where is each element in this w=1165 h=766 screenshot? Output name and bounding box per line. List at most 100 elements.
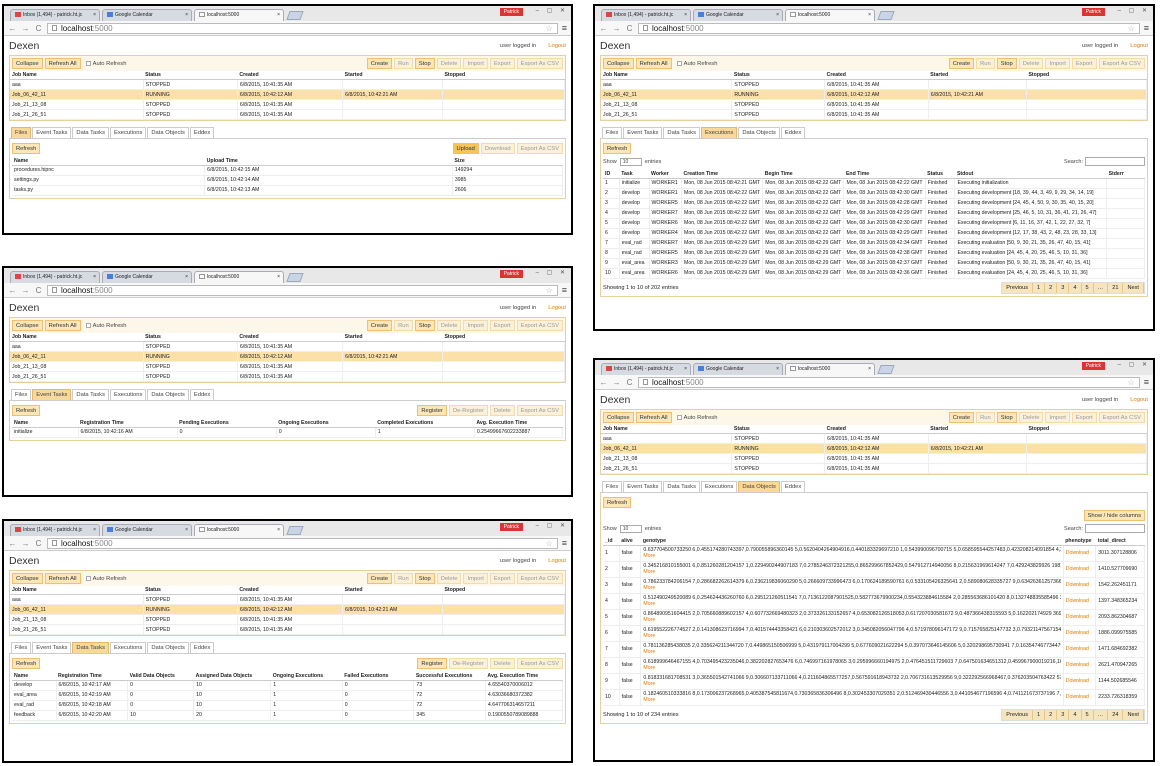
col-status[interactable]: Status (143, 71, 238, 81)
execution-row[interactable]: 4 develop WORKER7 Mon, 08 Jun 2015 08:42:22… (603, 208, 1145, 219)
import-button[interactable]: Import (463, 320, 488, 331)
close-tab-icon[interactable]: × (277, 12, 280, 18)
window-controls[interactable]: ‒ ▢ ✕ (536, 269, 568, 276)
browser-tab-calendar[interactable]: Google Calendar × (102, 271, 192, 283)
close-tab-icon[interactable]: × (684, 366, 687, 372)
col-stopped[interactable]: Stopped (442, 71, 565, 81)
job-row[interactable]: aaa STOPPED 6/8/2015, 10:41:35 AM (10, 341, 566, 353)
tab-executions[interactable]: Executions (700, 127, 738, 139)
import-button[interactable]: Import (1045, 58, 1070, 69)
page-button[interactable]: 3 (1057, 282, 1070, 293)
close-tab-icon[interactable]: × (93, 274, 96, 280)
file-row[interactable]: settings.py 6/8/2015, 10:42:14 AM 3985 (12, 175, 564, 186)
col-status[interactable]: Status (731, 425, 825, 435)
job-row[interactable]: Job_21_13_08 STOPPED 6/8/2015, 10:41:35 AM (601, 99, 1148, 111)
window-controls[interactable]: ‒ ▢ ✕ (1118, 361, 1150, 368)
close-tab-icon[interactable]: × (684, 12, 687, 18)
refresh-button[interactable]: Refresh (12, 658, 41, 670)
job-row[interactable]: aaa STOPPED 6/8/2015, 10:41:35 AM (601, 433, 1148, 445)
close-tab-icon[interactable]: × (776, 366, 779, 372)
page-button[interactable]: … (1094, 282, 1109, 293)
more-link[interactable]: More (643, 697, 1060, 703)
back-icon[interactable]: ← (8, 24, 17, 33)
tab-data-tasks[interactable]: Data Tasks (663, 481, 700, 493)
page-button[interactable]: Next (1123, 709, 1144, 720)
download-link[interactable]: Download (1063, 657, 1097, 674)
close-tab-icon[interactable]: × (776, 12, 779, 18)
chrome-menu-icon[interactable]: ≡ (562, 285, 567, 295)
job-row[interactable]: Job_21_13_08 STOPPED 6/8/2015, 10:41:35 AM (10, 99, 566, 111)
auto-refresh-checkbox[interactable]: Auto Refresh (85, 323, 126, 329)
auto-refresh-checkbox[interactable]: Auto Refresh (676, 415, 717, 421)
refresh-button[interactable]: Refresh (12, 143, 41, 155)
column-header[interactable]: Name (12, 418, 79, 428)
bookmark-star-icon[interactable]: ☆ (1128, 24, 1135, 33)
upload-button[interactable]: Upload (452, 143, 479, 155)
import-button[interactable]: Import (463, 58, 488, 69)
tab-executions[interactable]: Executions (109, 389, 147, 401)
execution-row[interactable]: 3 develop WORKER5 Mon, 08 Jun 2015 08:42:22… (603, 198, 1145, 209)
export-button[interactable]: Export (489, 320, 515, 331)
more-link[interactable]: More (643, 585, 1060, 591)
column-header[interactable]: Registration Time (78, 418, 178, 428)
create-button[interactable]: Create (948, 412, 975, 423)
export-csv-button[interactable]: Export As CSV (1098, 412, 1145, 423)
download-link[interactable]: Download (1063, 641, 1097, 658)
forward-icon[interactable]: → (21, 286, 30, 295)
new-tab-button[interactable] (286, 526, 304, 535)
close-tab-icon[interactable]: × (93, 527, 96, 533)
more-link[interactable]: More (643, 681, 1060, 687)
download-link[interactable]: Download (1063, 593, 1097, 610)
browser-tab-gmail[interactable]: Inbox (1,494) - patrick.ht.jc × (601, 9, 691, 21)
job-row[interactable]: Job_06_42_11 RUNNING 6/8/2015, 10:42:12 AM… (10, 89, 566, 101)
export-button[interactable]: Export (1071, 412, 1097, 423)
browser-tab-calendar[interactable]: Google Calendar × (693, 363, 783, 375)
close-tab-icon[interactable]: × (185, 12, 188, 18)
job-row[interactable]: Job_21_26_51 STOPPED 6/8/2015, 10:41:35 AM (10, 371, 566, 383)
data-task-row[interactable]: feedback 6/8/2015, 10:42:20 AM 10 20 1 0 345 0.… (12, 710, 564, 721)
page-button[interactable]: Previous (1002, 709, 1034, 720)
column-header[interactable]: Stderr (1106, 169, 1145, 179)
page-button[interactable]: 4 (1069, 282, 1082, 293)
file-row[interactable]: procedures.hipnc 6/8/2015, 10:42:15 AM 149… (12, 165, 564, 176)
refresh-button[interactable]: Refresh (603, 497, 632, 509)
page-button[interactable]: 2 (1045, 282, 1058, 293)
column-header[interactable]: Creation Time (681, 169, 763, 179)
tab-event-tasks[interactable]: Event Tasks (32, 127, 72, 139)
page-button[interactable]: 5 (1082, 282, 1094, 293)
logout-link[interactable]: Logout (1130, 43, 1148, 49)
job-row[interactable]: aaa STOPPED 6/8/2015, 10:41:35 AM (10, 594, 566, 606)
data-object-row[interactable]: 1 false 0.637704500733250 6,0.455174280743… (603, 545, 1145, 562)
col-started[interactable]: Started (342, 333, 443, 343)
profile-badge[interactable]: Patrick (499, 8, 523, 16)
column-header[interactable]: Avg. Execution Time (474, 418, 563, 428)
data-task-row[interactable]: develop 6/8/2015, 10:42:17 AM 0 10 1 0 73 4.655… (12, 680, 564, 691)
col-created[interactable]: Created (237, 586, 343, 596)
col-status[interactable]: Status (143, 586, 238, 596)
tab-files[interactable]: Files (11, 127, 32, 139)
col-created[interactable]: Created (824, 425, 929, 435)
tab-files[interactable]: Files (602, 481, 623, 493)
new-tab-button[interactable] (877, 365, 895, 374)
more-link[interactable]: More (643, 601, 1060, 607)
stop-button[interactable]: Stop (414, 573, 435, 584)
tab-eddex[interactable]: Eddex (780, 127, 806, 139)
column-header[interactable]: Assigned Data Objects (193, 671, 271, 681)
data-task-row[interactable]: eval_area 6/8/2015, 10:42:19 AM 0 10 1 0 72 4.6… (12, 690, 564, 701)
close-tab-icon[interactable]: × (185, 527, 188, 533)
close-tab-icon[interactable]: × (93, 12, 96, 18)
run-button[interactable]: Run (976, 58, 995, 69)
run-button[interactable]: Run (394, 573, 413, 584)
stop-button[interactable]: Stop (996, 58, 1017, 69)
event-task-row[interactable]: initialize 6/8/2015, 10:42:16 AM 0 0 1 0.2549… (12, 427, 564, 438)
close-tab-icon[interactable]: × (185, 274, 188, 280)
profile-badge[interactable]: Patrick (499, 523, 523, 531)
page-button[interactable]: 24 (1108, 709, 1124, 720)
bookmark-star-icon[interactable]: ☆ (546, 24, 553, 33)
browser-tab-localhost[interactable]: localhost:5000 × (194, 524, 284, 536)
page-button[interactable]: 3 (1057, 709, 1070, 720)
column-header[interactable]: total_direct (1095, 536, 1145, 546)
column-header[interactable]: alive (619, 536, 641, 546)
browser-tab-localhost[interactable]: localhost:5000 × (194, 9, 284, 21)
data-task-row[interactable]: eval_rad 6/8/2015, 10:42:18 AM 0 10 1 0 72 4.64… (12, 700, 564, 711)
